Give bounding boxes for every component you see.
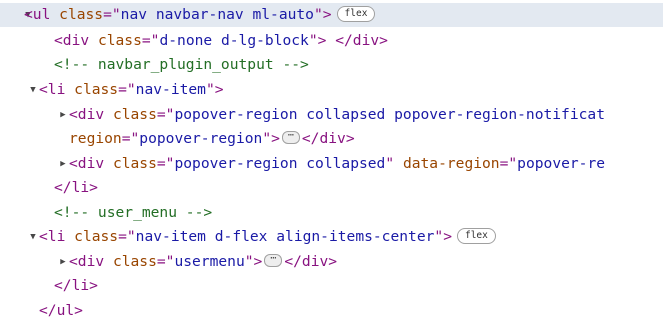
attr-value: popover-region collapsed popover-region-…: [174, 106, 605, 123]
tag-token: <div: [69, 253, 105, 270]
tag-token: ">: [244, 253, 263, 270]
attr-value: nav-item d-flex align-items-center: [135, 228, 435, 245]
dom-node-row[interactable]: <!-- navbar_plugin_output -->: [0, 53, 663, 77]
node-code: <div class="popover-region collapsed" da…: [69, 152, 605, 176]
dom-node-row[interactable]: ▶ <div class="popover-region collapsed" d…: [0, 152, 663, 176]
node-code: </li>: [54, 176, 98, 200]
attr-name: class: [112, 106, 157, 123]
attr-name: data-region: [402, 155, 500, 172]
dom-node-row[interactable]: <!-- user_menu -->: [0, 201, 663, 225]
flex-badge[interactable]: flex: [336, 5, 376, 22]
attr-value: popover-region collapsed: [174, 155, 386, 172]
dom-node-row[interactable]: </li>: [0, 176, 663, 200]
tag-token: </div>: [335, 32, 388, 49]
attr-value: nav navbar-nav ml-auto: [120, 6, 314, 23]
node-code: </li>: [54, 274, 98, 298]
attr-value: usermenu: [174, 253, 245, 270]
node-code: <li class="nav-item">: [39, 78, 224, 102]
dom-node-row[interactable]: ▼ <li class="nav-item">: [0, 78, 663, 102]
tag-token: </li>: [54, 179, 98, 196]
tag-token: ">: [434, 228, 452, 245]
node-code: <!-- navbar_plugin_output -->: [54, 53, 309, 77]
elements-panel: ▼ <ul class="nav navbar-nav ml-auto"> flex…: [0, 0, 663, 322]
attr-name: class: [97, 32, 142, 49]
node-code: <div class="usermenu"> ⋯ </div>: [69, 250, 337, 274]
flex-badge[interactable]: flex: [456, 227, 496, 244]
html-comment: <!-- user_menu -->: [54, 204, 213, 221]
tag-token: ">: [313, 6, 332, 23]
attr-name: class: [112, 253, 157, 270]
node-code: <li class="nav-item d-flex align-items-c…: [39, 225, 496, 249]
collapse-triangle-icon[interactable]: ▼: [27, 225, 39, 249]
attr-name: class: [112, 155, 157, 172]
tag-token: </li>: [54, 277, 98, 294]
tag-token: </div>: [301, 130, 355, 147]
tag-token: =": [156, 106, 175, 123]
dom-node-row[interactable]: ▼ <li class="nav-item d-flex align-items-…: [0, 225, 663, 249]
dom-node-row[interactable]: </li>: [0, 274, 663, 298]
dom-node-row[interactable]: region="popover-region"> ⋯ </div>: [0, 127, 663, 151]
tag-token: <li: [39, 81, 66, 98]
dom-node-row[interactable]: ▶ <div class="usermenu"> ⋯ </div>: [0, 250, 663, 274]
attr-name: class: [74, 81, 119, 98]
node-code: <div class="d-none d-lg-block"> </div>: [54, 29, 388, 53]
attr-value: popover-re: [517, 155, 606, 172]
tag-token: <div: [54, 32, 90, 49]
tag-token: =": [103, 6, 121, 23]
node-code: </ul>: [39, 299, 83, 322]
attr-value: popover-region: [139, 130, 263, 147]
tag-token: ">: [308, 32, 327, 49]
dom-node-row[interactable]: <div class="d-none d-lg-block"> </div>: [0, 29, 663, 53]
node-code: <ul class="nav navbar-nav ml-auto"> flex: [24, 3, 376, 27]
tag-token: </ul>: [39, 302, 83, 319]
expand-triangle-icon[interactable]: ▶: [57, 152, 69, 176]
node-code: <!-- user_menu -->: [54, 201, 212, 225]
attr-name: class: [74, 228, 119, 245]
tag-token: </div>: [284, 253, 338, 270]
tag-token: =": [156, 155, 175, 172]
attr-name: region: [69, 130, 122, 147]
ellipsis-icon[interactable]: ⋯: [264, 254, 283, 267]
node-code: <div class="popover-region collapsed pop…: [69, 103, 605, 127]
tag-token: =": [141, 32, 160, 49]
dom-node-row[interactable]: ▼ <ul class="nav navbar-nav ml-auto"> flex: [0, 3, 663, 27]
node-code: region="popover-region"> ⋯ </div>: [69, 127, 355, 151]
expand-triangle-icon[interactable]: ▶: [57, 103, 69, 127]
collapse-triangle-icon[interactable]: ▼: [27, 78, 39, 102]
tag-token: <div: [69, 106, 105, 123]
attr-name: class: [59, 6, 104, 23]
attr-value: d-none d-lg-block: [159, 32, 309, 49]
tag-token: =": [118, 81, 136, 98]
attr-value: nav-item: [135, 81, 206, 98]
tag-token: =": [499, 155, 518, 172]
tag-token: <div: [69, 155, 105, 172]
tag-token: ": [385, 155, 395, 172]
tag-token: =": [118, 228, 136, 245]
expand-triangle-icon[interactable]: ▶: [57, 250, 69, 274]
tag-token: ">: [205, 81, 224, 98]
dom-node-row[interactable]: </ul>: [0, 299, 663, 322]
tag-token: <li: [39, 228, 66, 245]
tag-token: ">: [262, 130, 280, 147]
html-comment: <!-- navbar_plugin_output -->: [54, 56, 309, 73]
tag-token: =": [121, 130, 140, 147]
ellipsis-icon[interactable]: ⋯: [281, 131, 300, 144]
tag-token: <ul: [24, 6, 51, 23]
tag-token: =": [156, 253, 175, 270]
dom-node-row[interactable]: ▶ <div class="popover-region collapsed po…: [0, 103, 663, 127]
